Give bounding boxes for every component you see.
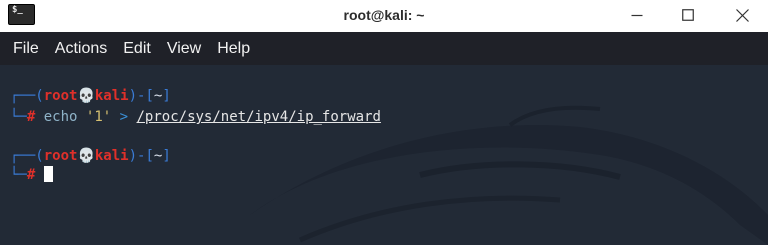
- menu-bar: File Actions Edit View Help: [0, 32, 768, 65]
- prompt-mid: )-[: [128, 88, 154, 104]
- skull-icon: 💀: [77, 88, 95, 104]
- prompt-mid: )-[: [128, 148, 154, 164]
- redirect-operator: >: [119, 109, 129, 125]
- prompt-end: ]: [162, 148, 171, 164]
- menu-view[interactable]: View: [159, 32, 209, 65]
- prompt-end: ]: [162, 88, 171, 104]
- maximize-icon: [682, 9, 694, 21]
- terminal-app-icon[interactable]: $_: [8, 4, 35, 25]
- prompt-host: kali: [94, 148, 129, 164]
- root-prompt-symbol: #: [26, 167, 36, 183]
- menu-file[interactable]: File: [5, 32, 47, 65]
- menu-help[interactable]: Help: [209, 32, 258, 65]
- command-argument: '1': [85, 109, 112, 125]
- prompt-corner-bottom: └─: [10, 167, 27, 183]
- prompt-corner: ┌──(: [10, 148, 44, 164]
- command-line-1: └─# echo '1' > /proc/sys/net/ipv4/ip_for…: [10, 108, 381, 126]
- terminal-output[interactable]: ┌──(root💀kali)-[~] └─# echo '1' > /proc/…: [0, 65, 768, 245]
- text-cursor: [43, 166, 53, 182]
- menu-actions[interactable]: Actions: [47, 32, 115, 65]
- skull-icon: 💀: [77, 148, 95, 164]
- close-icon: [735, 8, 749, 22]
- prompt-corner-bottom: └─: [10, 109, 27, 125]
- maximize-button[interactable]: [665, 0, 711, 30]
- target-path[interactable]: /proc/sys/net/ipv4/ip_forward: [137, 109, 381, 125]
- menu-edit[interactable]: Edit: [115, 32, 159, 65]
- command-line-2[interactable]: └─#: [10, 166, 53, 184]
- root-prompt-symbol: #: [26, 109, 36, 125]
- title-bar[interactable]: $_ root@kali: ~: [0, 0, 768, 32]
- app-icon-label: $_: [12, 5, 23, 15]
- close-button[interactable]: [719, 0, 765, 30]
- command-name: echo: [43, 109, 78, 125]
- prompt-line-1: ┌──(root💀kali)-[~]: [10, 87, 171, 105]
- terminal-window: $_ root@kali: ~ File Actions Edit View H…: [0, 0, 768, 245]
- prompt-user: root: [43, 148, 78, 164]
- prompt-corner: ┌──(: [10, 88, 44, 104]
- prompt-line-2: ┌──(root💀kali)-[~]: [10, 147, 171, 165]
- prompt-user: root: [43, 88, 78, 104]
- minimize-icon: [631, 14, 643, 17]
- minimize-button[interactable]: [614, 0, 660, 30]
- prompt-host: kali: [94, 88, 129, 104]
